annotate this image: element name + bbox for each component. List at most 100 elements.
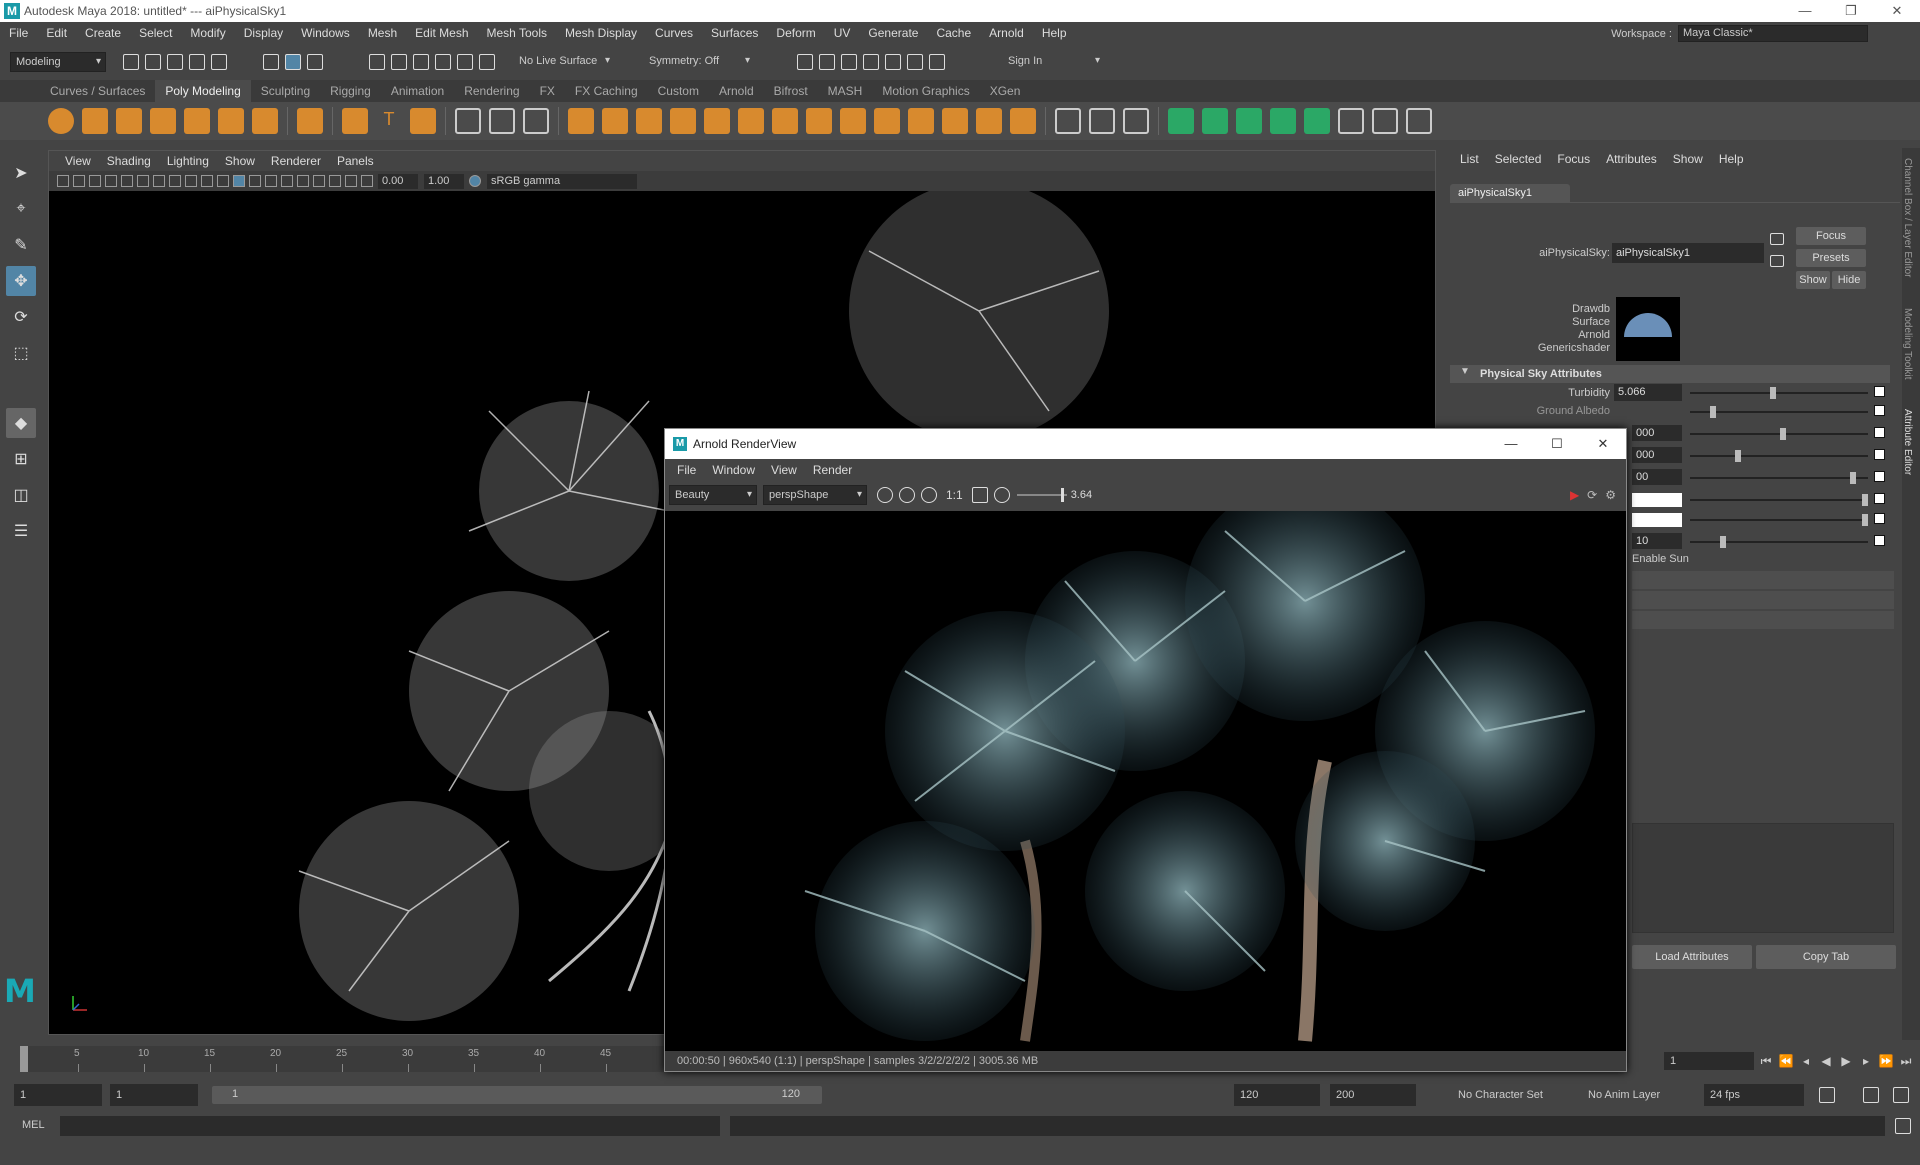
attr-menu-help[interactable]: Help	[1711, 152, 1752, 166]
renderview-titlebar[interactable]: M Arnold RenderView — ☐ ✕	[665, 429, 1626, 459]
sky-tint-swatch[interactable]	[1632, 493, 1682, 507]
collapsed-section[interactable]	[1632, 571, 1894, 589]
modeling-toolkit-tab[interactable]: Modeling Toolkit	[1902, 308, 1913, 380]
undo-icon[interactable]	[189, 54, 205, 70]
command-input[interactable]	[60, 1116, 720, 1136]
swatch-preview[interactable]	[1616, 297, 1680, 361]
safe-title-icon[interactable]	[201, 175, 213, 187]
playback-end-field[interactable]: 120	[1234, 1084, 1320, 1106]
azimuth-slider[interactable]	[1690, 450, 1868, 462]
attr-menu-selected[interactable]: Selected	[1487, 152, 1550, 166]
step-back-frame-icon[interactable]: ◂	[1798, 1054, 1814, 1068]
step-back-key-icon[interactable]: ⏪	[1778, 1054, 1794, 1068]
sew-uv-icon[interactable]	[1406, 108, 1432, 134]
lights-icon[interactable]	[265, 175, 277, 187]
shelf-tab-rendering[interactable]: Rendering	[454, 80, 529, 102]
intensity-slider[interactable]	[1690, 472, 1868, 484]
map-button-icon[interactable]	[1874, 535, 1885, 546]
menu-select[interactable]: Select	[130, 26, 181, 40]
poly-cube-icon[interactable]	[82, 108, 108, 134]
script-editor-icon[interactable]	[1895, 1118, 1911, 1134]
elevation-field[interactable]: 000	[1632, 425, 1682, 441]
load-attributes-button[interactable]: Load Attributes	[1632, 945, 1752, 969]
rgb-icon[interactable]	[899, 487, 915, 503]
vp-menu-shading[interactable]: Shading	[99, 154, 159, 168]
combine-icon[interactable]	[568, 108, 594, 134]
poly-sphere-icon[interactable]	[48, 108, 74, 134]
autokey-icon[interactable]	[1863, 1087, 1879, 1103]
snap-surface-icon[interactable]	[457, 54, 473, 70]
smooth-icon[interactable]	[670, 108, 696, 134]
render-view-icon[interactable]	[885, 54, 901, 70]
vp-menu-renderer[interactable]: Renderer	[263, 154, 329, 168]
uv-automatic-icon[interactable]	[1270, 108, 1296, 134]
menu-windows[interactable]: Windows	[292, 26, 359, 40]
save-scene-icon[interactable]	[167, 54, 183, 70]
select-object-icon[interactable]	[285, 54, 301, 70]
vp-menu-lighting[interactable]: Lighting	[159, 154, 217, 168]
notes-field[interactable]	[1632, 823, 1894, 933]
menu-help[interactable]: Help	[1033, 26, 1076, 40]
map-button-icon[interactable]	[1874, 449, 1885, 460]
text-tool-icon[interactable]: T	[376, 108, 402, 134]
menu-generate[interactable]: Generate	[859, 26, 927, 40]
view-transform-dropdown[interactable]: sRGB gamma	[487, 173, 637, 189]
ground-albedo-slider[interactable]	[1690, 406, 1868, 418]
poly-torus-icon[interactable]	[184, 108, 210, 134]
play-forward-icon[interactable]: ▶	[1838, 1054, 1854, 1068]
shelf-tab-sculpting[interactable]: Sculpting	[251, 80, 320, 102]
fill-hole-icon[interactable]	[874, 108, 900, 134]
snap-curve-icon[interactable]	[391, 54, 407, 70]
bridge-icon[interactable]	[772, 108, 798, 134]
separate-icon[interactable]	[602, 108, 628, 134]
new-scene-icon[interactable]	[123, 54, 139, 70]
scale-tool-icon[interactable]: ⬚	[6, 338, 36, 368]
collapsed-section[interactable]	[1632, 611, 1894, 629]
menu-mesh-display[interactable]: Mesh Display	[556, 26, 646, 40]
menu-deform[interactable]: Deform	[767, 26, 824, 40]
paint-select-icon[interactable]: ✎	[6, 230, 36, 260]
fps-dropdown[interactable]: 24 fps	[1704, 1084, 1804, 1106]
duplicate-face-icon[interactable]	[1010, 108, 1036, 134]
rv-menu-window[interactable]: Window	[704, 463, 763, 477]
type-tool-icon[interactable]	[489, 108, 515, 134]
copy-tab-button[interactable]: Copy Tab	[1756, 945, 1896, 969]
wedge-icon[interactable]	[942, 108, 968, 134]
alpha-icon[interactable]	[921, 487, 937, 503]
close-icon[interactable]: ✕	[1874, 0, 1920, 22]
menu-mesh-tools[interactable]: Mesh Tools	[478, 26, 556, 40]
menu-file[interactable]: File	[0, 26, 37, 40]
resolution-gate-icon[interactable]	[137, 175, 149, 187]
shelf-tab-motion-graphics[interactable]: Motion Graphics	[872, 80, 979, 102]
grid-toggle-icon[interactable]	[105, 175, 117, 187]
go-to-end-icon[interactable]: ⏭	[1898, 1054, 1914, 1068]
physical-sky-section[interactable]: Physical Sky Attributes	[1450, 365, 1890, 383]
sun-size-slider[interactable]	[1690, 536, 1868, 548]
sun-tint-swatch[interactable]	[1632, 513, 1682, 527]
textured-icon[interactable]	[249, 175, 261, 187]
collapse-arrow-icon[interactable]: ▼	[1460, 366, 1470, 377]
sun-tint-slider[interactable]	[1690, 514, 1868, 526]
channel-icon[interactable]	[877, 487, 893, 503]
gate-mask-icon[interactable]	[153, 175, 165, 187]
shelf-tab-mash[interactable]: MASH	[818, 80, 873, 102]
mirror-icon[interactable]	[738, 108, 764, 134]
ambient-occlusion-icon[interactable]	[297, 175, 309, 187]
go-to-start-icon[interactable]: ⏮	[1758, 1054, 1774, 1068]
anim-layer-dropdown[interactable]: No Anim Layer	[1582, 1084, 1682, 1106]
maximize-icon[interactable]: ☐	[1534, 429, 1580, 459]
menu-uv[interactable]: UV	[825, 26, 860, 40]
smooth-shade-icon[interactable]	[233, 175, 245, 187]
scene-end-field[interactable]: 200	[1330, 1084, 1416, 1106]
rv-menu-render[interactable]: Render	[805, 463, 860, 477]
hide-button[interactable]: Hide	[1832, 271, 1866, 289]
shadows-icon[interactable]	[281, 175, 293, 187]
render-canvas[interactable]	[665, 511, 1626, 1051]
settings-gear-icon[interactable]: ⚙	[1605, 488, 1616, 502]
attr-menu-list[interactable]: List	[1452, 152, 1487, 166]
snap-point-icon[interactable]	[413, 54, 429, 70]
poly-cylinder-icon[interactable]	[116, 108, 142, 134]
isolate-icon[interactable]	[313, 175, 325, 187]
enable-sun-checkbox[interactable]: Enable Sun	[1632, 553, 1689, 565]
quad-draw-icon[interactable]	[1123, 108, 1149, 134]
